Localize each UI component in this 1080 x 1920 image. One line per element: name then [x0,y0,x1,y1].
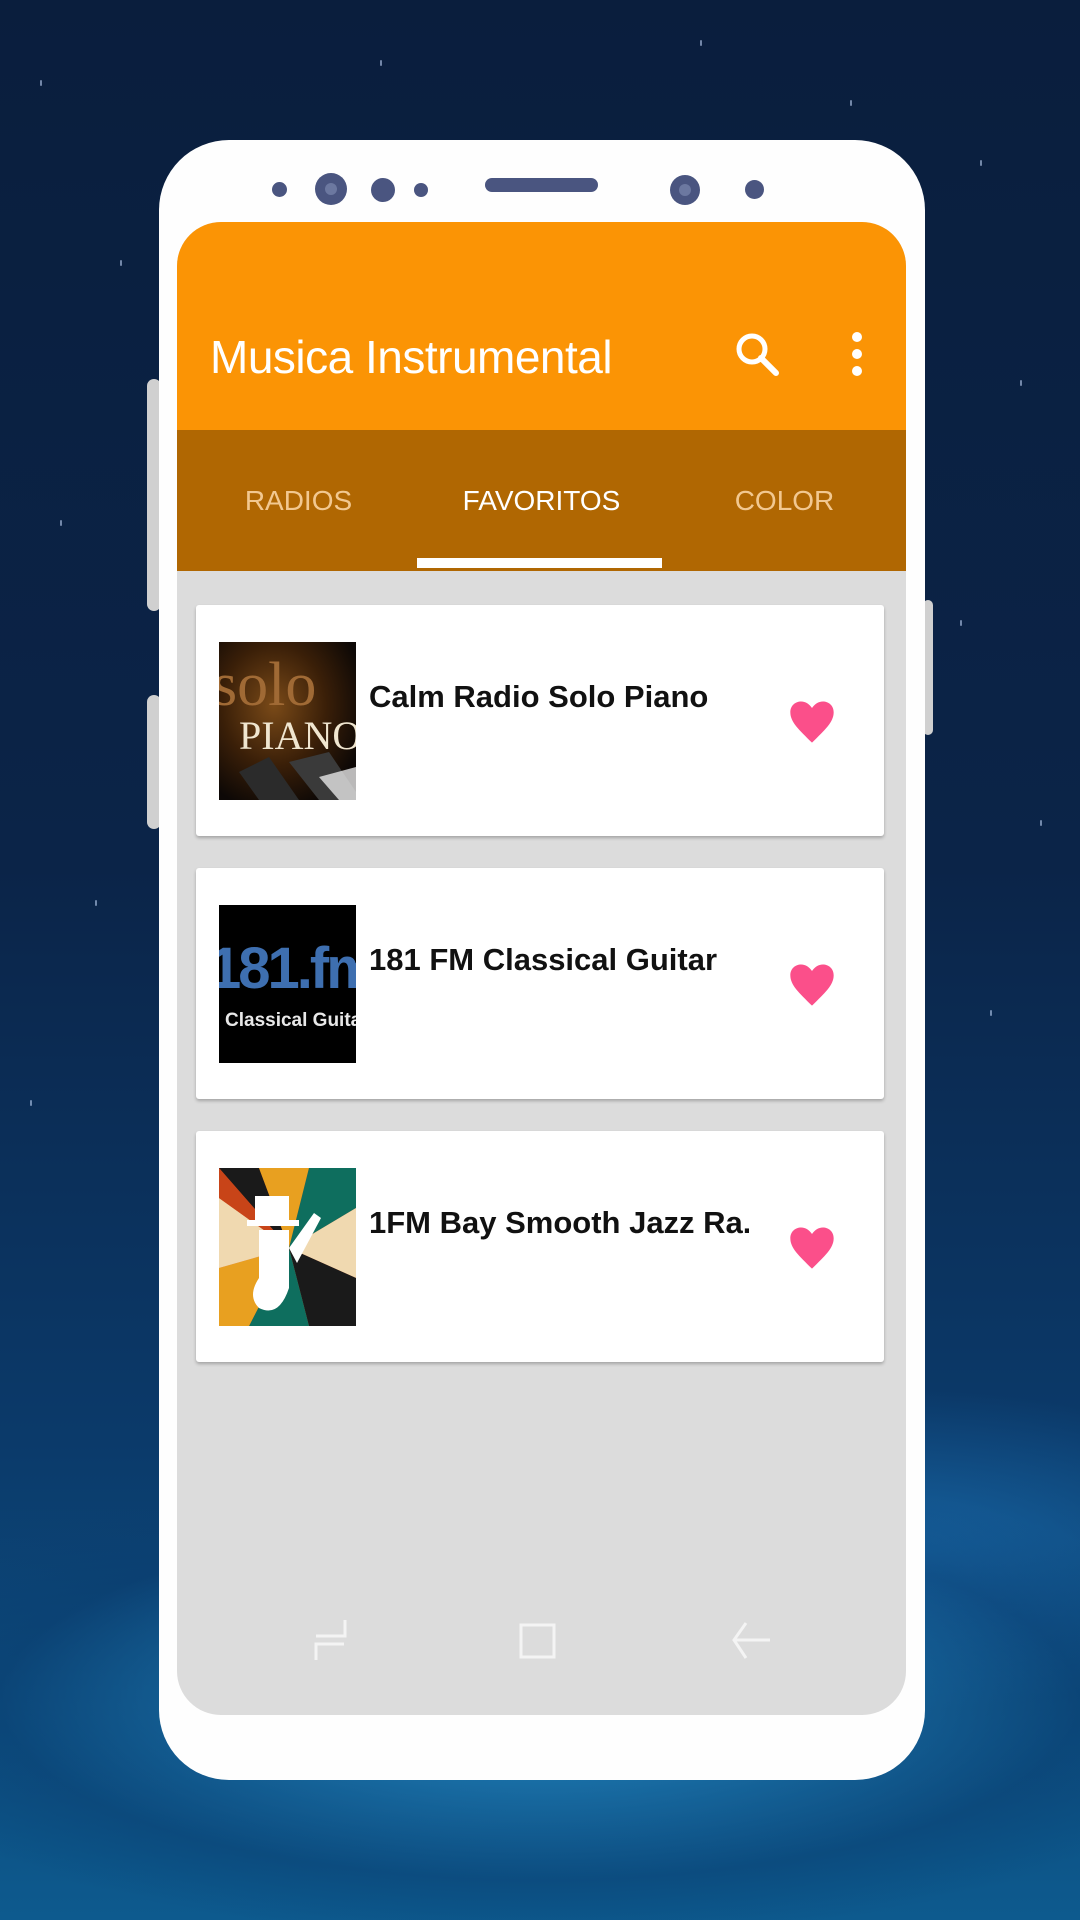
logo-text: PIANO [239,713,356,758]
station-logo [219,1168,356,1326]
heart-icon [790,701,834,743]
heart-icon [790,964,834,1006]
back-icon [732,1622,770,1659]
search-button[interactable] [732,329,782,379]
station-title: Calm Radio Solo Piano [369,679,709,714]
favorite-button[interactable] [786,1221,838,1273]
favorites-list: solo PIANO Calm Radio Solo Piano 181.fm … [196,605,886,1394]
back-button[interactable] [730,1620,772,1667]
tab-favoritos[interactable]: FAVORITOS [420,430,663,571]
more-options-button[interactable] [842,329,872,379]
station-logo: 181.fm Classical Guitar [219,905,356,1063]
earpiece-speaker [485,178,598,192]
station-title: 181 FM Classical Guitar [369,942,718,977]
tab-bar: RADIOS FAVORITOS COLOR [177,430,906,571]
logo-text: solo [219,651,317,719]
app-title: Musica Instrumental [210,331,613,383]
app-screen: Musica Instrumental RADIOS FAVORITOS COL… [177,222,906,1715]
home-button[interactable] [518,1622,558,1665]
tab-radios[interactable]: RADIOS [177,430,420,571]
more-vert-icon [852,332,862,376]
front-camera [315,173,347,205]
list-item[interactable]: 1FM Bay Smooth Jazz Ra... [196,1131,884,1362]
iris-camera [670,175,700,205]
heart-icon [790,1227,834,1269]
station-title: 1FM Bay Smooth Jazz Ra... [369,1205,749,1240]
sensor-dot [371,178,395,202]
logo-text: 181.fm [219,936,356,1001]
recent-apps-icon [314,1620,347,1660]
tab-color[interactable]: COLOR [663,430,906,571]
list-item[interactable]: solo PIANO Calm Radio Solo Piano [196,605,884,836]
search-icon [736,333,779,376]
list-item[interactable]: 181.fm Classical Guitar 181 FM Classical… [196,868,884,1099]
sensor-dot [414,183,428,197]
app-bar: Musica Instrumental [177,222,906,430]
recent-apps-button[interactable] [312,1618,348,1667]
sensor-dot [272,182,287,197]
active-tab-indicator [417,558,662,568]
home-icon [519,1623,556,1659]
favorite-button[interactable] [786,958,838,1010]
logo-text: Classical Guitar [225,1010,356,1031]
sensor-dot [745,180,764,199]
favorite-button[interactable] [786,695,838,747]
station-logo: solo PIANO [219,642,356,800]
